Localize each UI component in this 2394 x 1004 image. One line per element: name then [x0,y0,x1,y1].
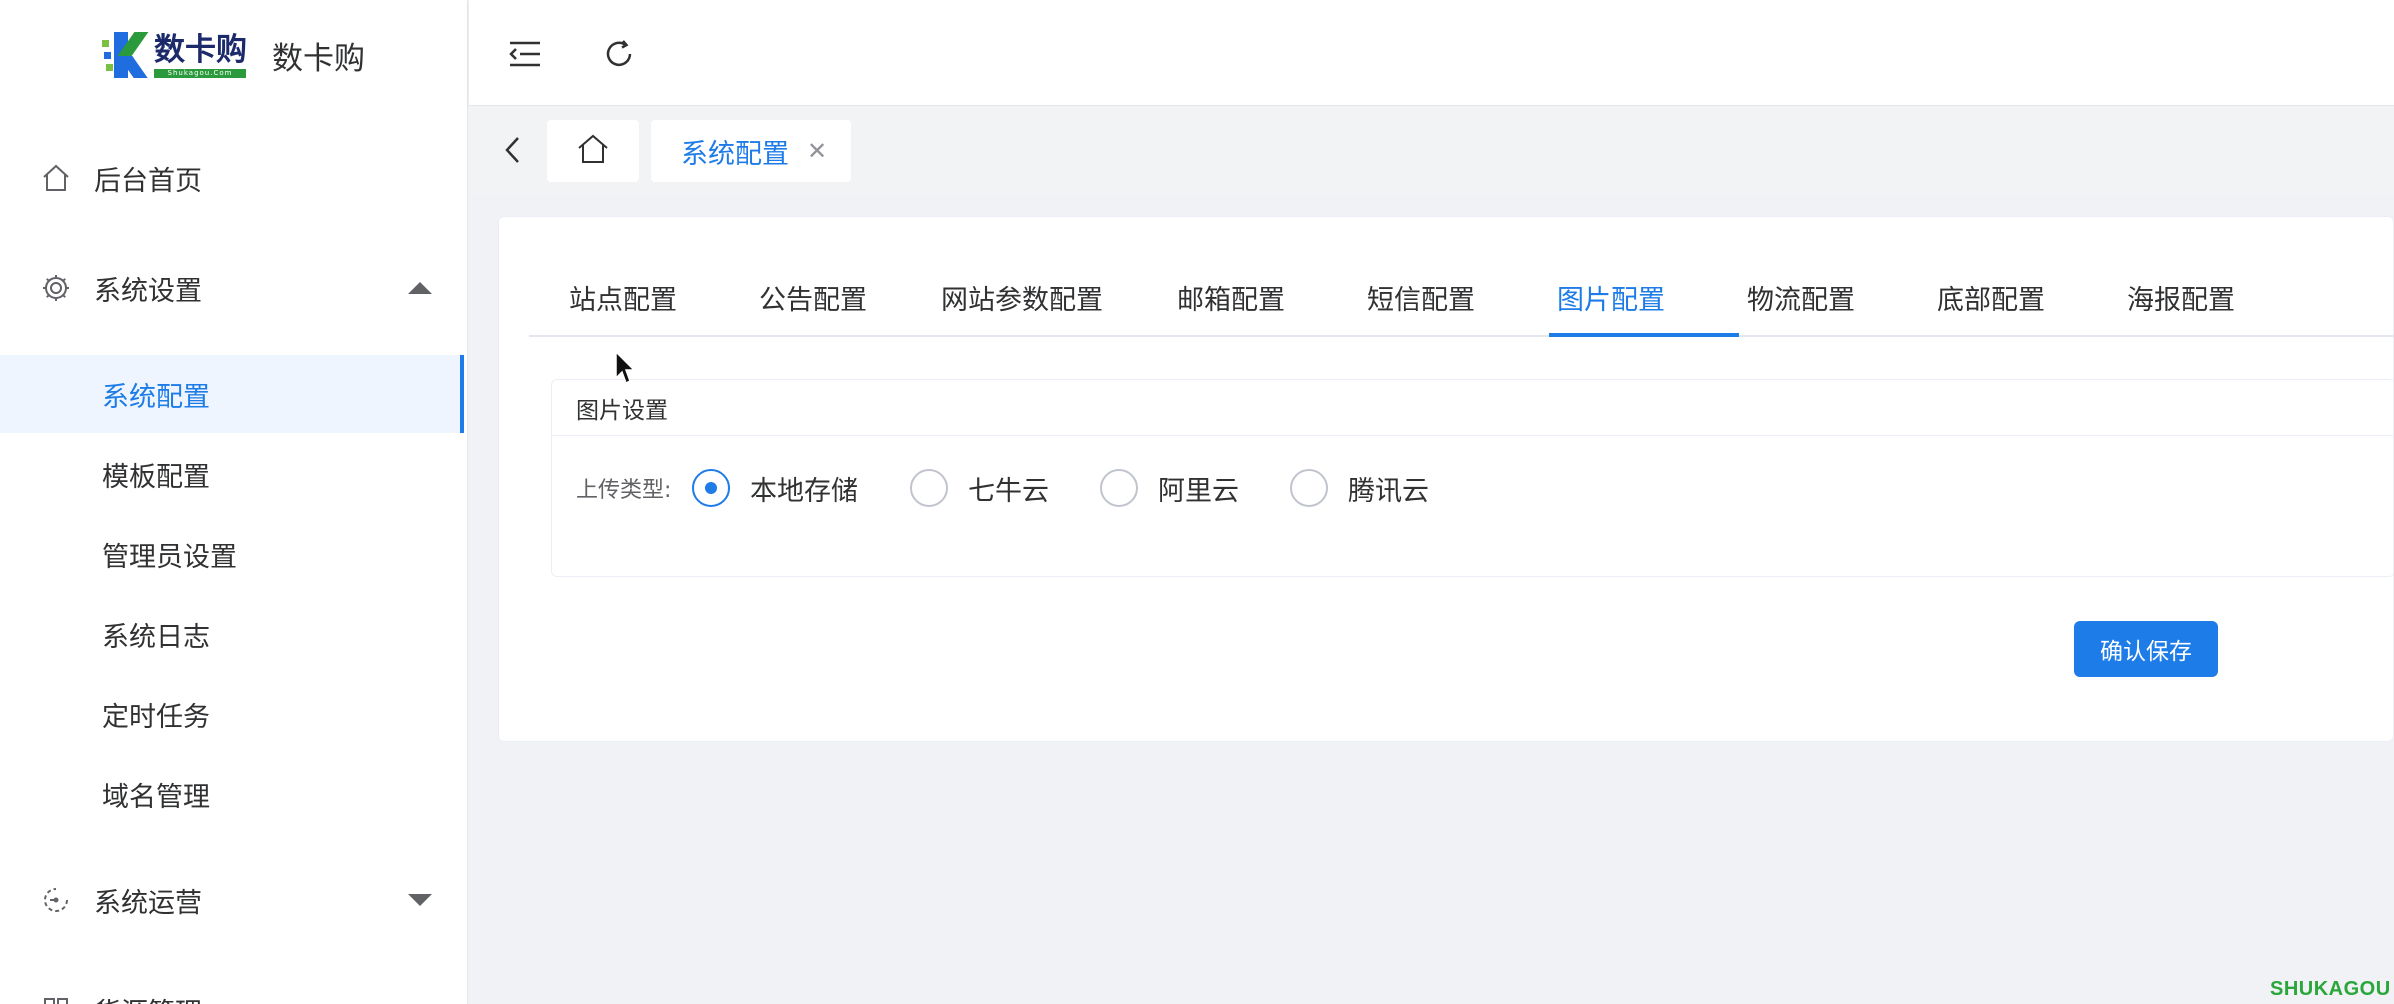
image-settings-panel: 图片设置 上传类型: 本地存储 七牛云 阿里云 腾讯云 [551,379,2394,577]
collapse-menu-icon[interactable] [507,36,543,72]
upload-type-label: 上传类型: [576,478,672,503]
tag-system-config[interactable]: 系统配置 ✕ [651,120,852,182]
chevron-down-icon [408,894,432,906]
watermark: SHUKAGOU [2270,978,2391,1000]
logo-mark: 数卡购 Shukagou.Com [102,30,252,80]
tab-image-config[interactable]: 图片配置 [1557,257,1665,337]
top-header [469,0,2394,106]
logo-subtext: Shukagou.Com [154,69,246,78]
tag-label: 系统配置 [681,138,789,170]
confirm-save-button[interactable]: 确认保存 [2074,621,2218,677]
config-card: 站点配置 公告配置 网站参数配置 邮箱配置 短信配置 图片配置 物流配置 底部配… [498,216,2394,742]
home-icon [40,162,72,194]
tab-footer-config[interactable]: 底部配置 [1937,257,2045,337]
sidebar-item-label: 后台首页 [94,165,202,197]
app-root: 数卡购 Shukagou.Com 数卡购 后台首页 系统设置 系统配置 模板配置… [0,0,2394,1004]
logo-k-icon [102,30,154,80]
sidebar-item-label: 系统运营 [94,887,202,919]
sidebar-item-dashboard[interactable]: 后台首页 [0,138,467,218]
grid-icon [40,994,72,1004]
tab-logistics-config[interactable]: 物流配置 [1747,257,1855,337]
mouse-cursor-icon [615,350,636,385]
sidebar-item-system-settings[interactable]: 系统设置 [0,248,467,328]
tab-poster-config[interactable]: 海报配置 [2127,257,2235,337]
logo-wordmark: 数卡购 [154,31,247,68]
tab-sms-config[interactable]: 短信配置 [1367,257,1475,337]
radio-circle[interactable] [692,469,730,507]
radio-label: 本地存储 [750,475,858,507]
gear-icon [40,272,72,304]
sidebar-item-label: 货源管理 [94,991,202,1004]
radio-circle[interactable] [1290,469,1328,507]
sidebar-item-supply-management[interactable]: 货源管理 [0,970,467,1004]
radio-qiniu[interactable]: 七牛云 [910,468,1049,508]
radio-local-storage[interactable]: 本地存储 [692,468,858,508]
refresh-icon[interactable] [601,36,637,72]
config-tabs: 站点配置 公告配置 网站参数配置 邮箱配置 短信配置 图片配置 物流配置 底部配… [529,257,2394,337]
panel-title: 图片设置 [552,380,2394,436]
radio-circle[interactable] [910,469,948,507]
radio-label: 七牛云 [968,475,1049,507]
tab-notice-config[interactable]: 公告配置 [759,257,867,337]
radio-label: 阿里云 [1158,475,1239,507]
tab-email-config[interactable]: 邮箱配置 [1177,257,1285,337]
sidebar-subitem-system-log[interactable]: 系统日志 [0,595,464,673]
close-icon[interactable]: ✕ [807,137,827,165]
sidebar-subitem-admin-settings[interactable]: 管理员设置 [0,515,464,593]
sidebar-subitem-label: 管理员设置 [102,541,237,573]
sidebar-subitem-label: 定时任务 [102,701,210,733]
tab-site-params-config[interactable]: 网站参数配置 [941,257,1103,337]
chevron-up-icon [408,282,432,294]
sidebar: 数卡购 Shukagou.Com 数卡购 后台首页 系统设置 系统配置 模板配置… [0,0,468,1004]
brand-title: 数卡购 [272,40,365,77]
logo[interactable]: 数卡购 Shukagou.Com 数卡购 [0,0,467,110]
radio-label: 腾讯云 [1348,475,1429,507]
tags-view-bar: 系统配置 ✕ [469,106,2394,194]
radio-aliyun[interactable]: 阿里云 [1100,468,1239,508]
sidebar-subitem-label: 域名管理 [102,781,210,813]
sidebar-subitem-label: 系统日志 [102,621,210,653]
home-icon [576,133,610,169]
radio-circle[interactable] [1100,469,1138,507]
sidebar-subitem-scheduled-tasks[interactable]: 定时任务 [0,675,464,753]
sidebar-subitem-domain-management[interactable]: 域名管理 [0,755,464,833]
sidebar-subitem-template-config[interactable]: 模板配置 [0,435,464,513]
operations-icon [40,884,72,916]
sidebar-subitem-label: 模板配置 [102,461,210,493]
tab-active-indicator [1549,333,1739,337]
radio-tencent-cloud[interactable]: 腾讯云 [1290,468,1429,508]
sidebar-subitem-label: 系统配置 [102,381,210,413]
tag-home[interactable] [547,120,639,182]
sidebar-subitem-system-config[interactable]: 系统配置 [0,355,464,433]
chevron-left-icon[interactable] [497,132,529,168]
sidebar-item-label: 系统设置 [94,275,202,307]
tab-site-config[interactable]: 站点配置 [569,257,677,337]
sidebar-item-system-operations[interactable]: 系统运营 [0,860,467,940]
